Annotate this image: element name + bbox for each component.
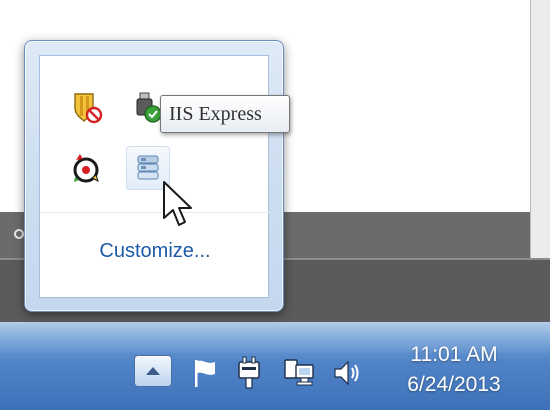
clock-time: 11:01 AM [410, 343, 498, 366]
radio-indicator[interactable] [14, 229, 24, 239]
volume-icon[interactable] [328, 355, 366, 391]
antivirus-monitor-icon[interactable] [68, 148, 108, 188]
shield-blocked-icon[interactable] [68, 88, 108, 128]
taskbar-clock[interactable]: 11:01 AM 6/24/2013 [384, 340, 524, 404]
flyout-separator [40, 212, 270, 213]
hidden-icons-grid [40, 56, 270, 212]
customize-link[interactable]: Customize... [40, 240, 270, 263]
flyout-panel: Customize... [39, 55, 270, 298]
action-center-flag-icon[interactable] [186, 355, 224, 391]
mouse-pointer-icon [162, 180, 196, 232]
power-plug-icon[interactable] [230, 355, 268, 391]
chevron-up-icon [146, 367, 160, 375]
show-hidden-icons-button[interactable] [134, 355, 172, 387]
tooltip: IIS Express [160, 95, 290, 133]
network-icon[interactable] [280, 355, 318, 391]
notification-overflow-flyout: Customize... [24, 40, 284, 312]
clock-date: 6/24/2013 [407, 373, 501, 396]
